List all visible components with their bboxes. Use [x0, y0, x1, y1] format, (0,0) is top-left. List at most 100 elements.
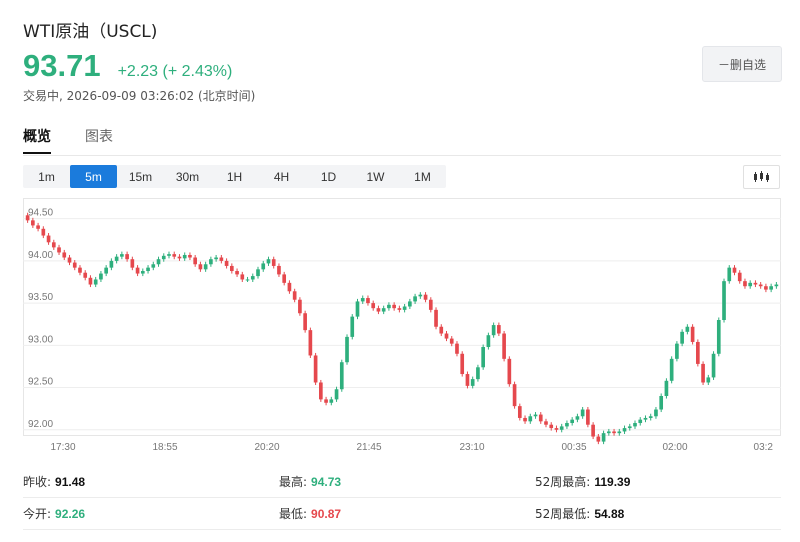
candle-body	[287, 282, 292, 292]
candle-body	[685, 326, 690, 332]
candle-body	[680, 331, 684, 344]
x-tick-label: 21:45	[356, 442, 381, 453]
candle-body	[675, 343, 679, 359]
candle-body	[512, 384, 517, 407]
candle-body	[250, 276, 255, 280]
candle-body	[161, 255, 166, 260]
candle-body	[481, 347, 485, 368]
candle-body	[376, 308, 381, 312]
candle-body	[120, 254, 124, 257]
candle-body	[156, 259, 161, 265]
candle-body	[769, 286, 773, 290]
period-1w[interactable]: 1W	[352, 165, 399, 188]
candle-body	[402, 306, 407, 310]
candle-body	[235, 271, 239, 275]
candle-body	[114, 256, 119, 261]
candle-body	[57, 247, 61, 253]
stat-value: 92.26	[55, 506, 86, 521]
status-time: 2026-09-09 03:26:02	[66, 89, 195, 103]
tab-chart[interactable]: 图表	[85, 126, 113, 154]
x-tick-label: 03:2	[754, 442, 774, 453]
candle-body	[298, 299, 302, 314]
candle-body	[67, 257, 72, 263]
y-tick-label: 92.00	[28, 419, 53, 430]
candle-body	[612, 431, 616, 434]
status-timezone: (北京时间)	[197, 89, 256, 103]
price-chart[interactable]: 94.50 94.00 93.50 93.00 92.50 92.00 17:30 18:55…	[23, 198, 781, 458]
chart-type-button[interactable]	[743, 165, 780, 189]
candle-body	[544, 421, 548, 425]
candle-body	[408, 301, 412, 307]
candle-body	[203, 264, 208, 270]
stat-label: 昨收:	[23, 475, 52, 489]
candle-body	[88, 277, 93, 285]
remove-watchlist-button[interactable]: －删自选	[702, 46, 782, 82]
tab-overview[interactable]: 概览	[23, 126, 51, 154]
candlestick-icon	[753, 171, 769, 182]
candle-body	[523, 417, 527, 422]
period-4h[interactable]: 4H	[258, 165, 305, 188]
candle-body	[324, 399, 328, 403]
candle-body	[465, 374, 470, 386]
candle-body	[439, 326, 444, 334]
x-tick-label: 23:10	[459, 442, 484, 453]
price-change: +2.23 (+ 2.43%)	[117, 63, 233, 80]
candle-body	[261, 263, 266, 270]
period-1h[interactable]: 1H	[211, 165, 258, 188]
y-tick-label: 93.00	[28, 334, 53, 345]
period-selector: 1m 5m 15m 30m 1H 4H 1D 1W 1M	[23, 165, 446, 188]
candle-body	[565, 423, 569, 427]
candle-body	[470, 379, 475, 386]
candle-body	[533, 414, 538, 417]
candle-body	[701, 363, 705, 383]
y-tick-label: 92.50	[28, 377, 53, 388]
candle-body	[559, 426, 564, 430]
candle-body	[455, 343, 459, 354]
period-1d[interactable]: 1D	[305, 165, 352, 188]
candle-body	[151, 264, 156, 268]
candle-body	[72, 262, 77, 268]
candle-body	[764, 286, 768, 290]
stat-open: 今开: 92.26	[23, 505, 279, 522]
candle-body	[46, 235, 51, 243]
trading-status: 交易中, 2026-09-09 03:26:02 (北京时间)	[23, 87, 783, 104]
candle-body	[606, 431, 611, 434]
candle-body	[690, 326, 695, 342]
stat-value: 94.73	[311, 474, 342, 489]
candle-body	[517, 406, 522, 418]
period-15m[interactable]: 15m	[117, 165, 164, 188]
candle-body	[444, 333, 449, 339]
candle-body	[428, 299, 433, 310]
period-1m[interactable]: 1m	[23, 165, 70, 188]
stats-panel: 昨收: 91.48 最高: 94.73 52周最高: 119.39 今开: 92…	[23, 466, 781, 530]
candle-body	[209, 259, 213, 265]
candle-body	[387, 304, 391, 309]
candle-body	[334, 389, 339, 400]
candle-body	[41, 228, 46, 236]
candle-body	[140, 271, 145, 274]
candle-body	[104, 267, 108, 274]
candle-body	[743, 281, 747, 287]
candle-body	[664, 380, 669, 396]
candle-body	[360, 298, 365, 302]
candlestick-chart[interactable]: 94.50 94.00 93.50 93.00 92.50 92.00 17:30 18:55…	[23, 198, 781, 458]
candle-body	[193, 257, 198, 265]
period-30m[interactable]: 30m	[164, 165, 211, 188]
candle-body	[345, 336, 349, 363]
candle-body	[198, 264, 203, 270]
period-1mo[interactable]: 1M	[399, 165, 446, 188]
candle-body	[125, 254, 129, 260]
candle-body	[633, 423, 637, 427]
stat-prev-close: 昨收: 91.48	[23, 473, 279, 490]
candle-body	[51, 242, 56, 248]
stat-value: 90.87	[311, 506, 342, 521]
y-tick-label: 93.50	[28, 292, 53, 303]
candle-body	[554, 428, 559, 430]
candle-body	[36, 225, 40, 229]
period-5m[interactable]: 5m	[70, 165, 117, 188]
candle-body	[638, 419, 643, 424]
tabs-divider	[23, 155, 781, 156]
candle-body	[716, 320, 721, 354]
stat-low: 最低: 90.87	[279, 505, 535, 522]
candle-body	[476, 367, 480, 380]
